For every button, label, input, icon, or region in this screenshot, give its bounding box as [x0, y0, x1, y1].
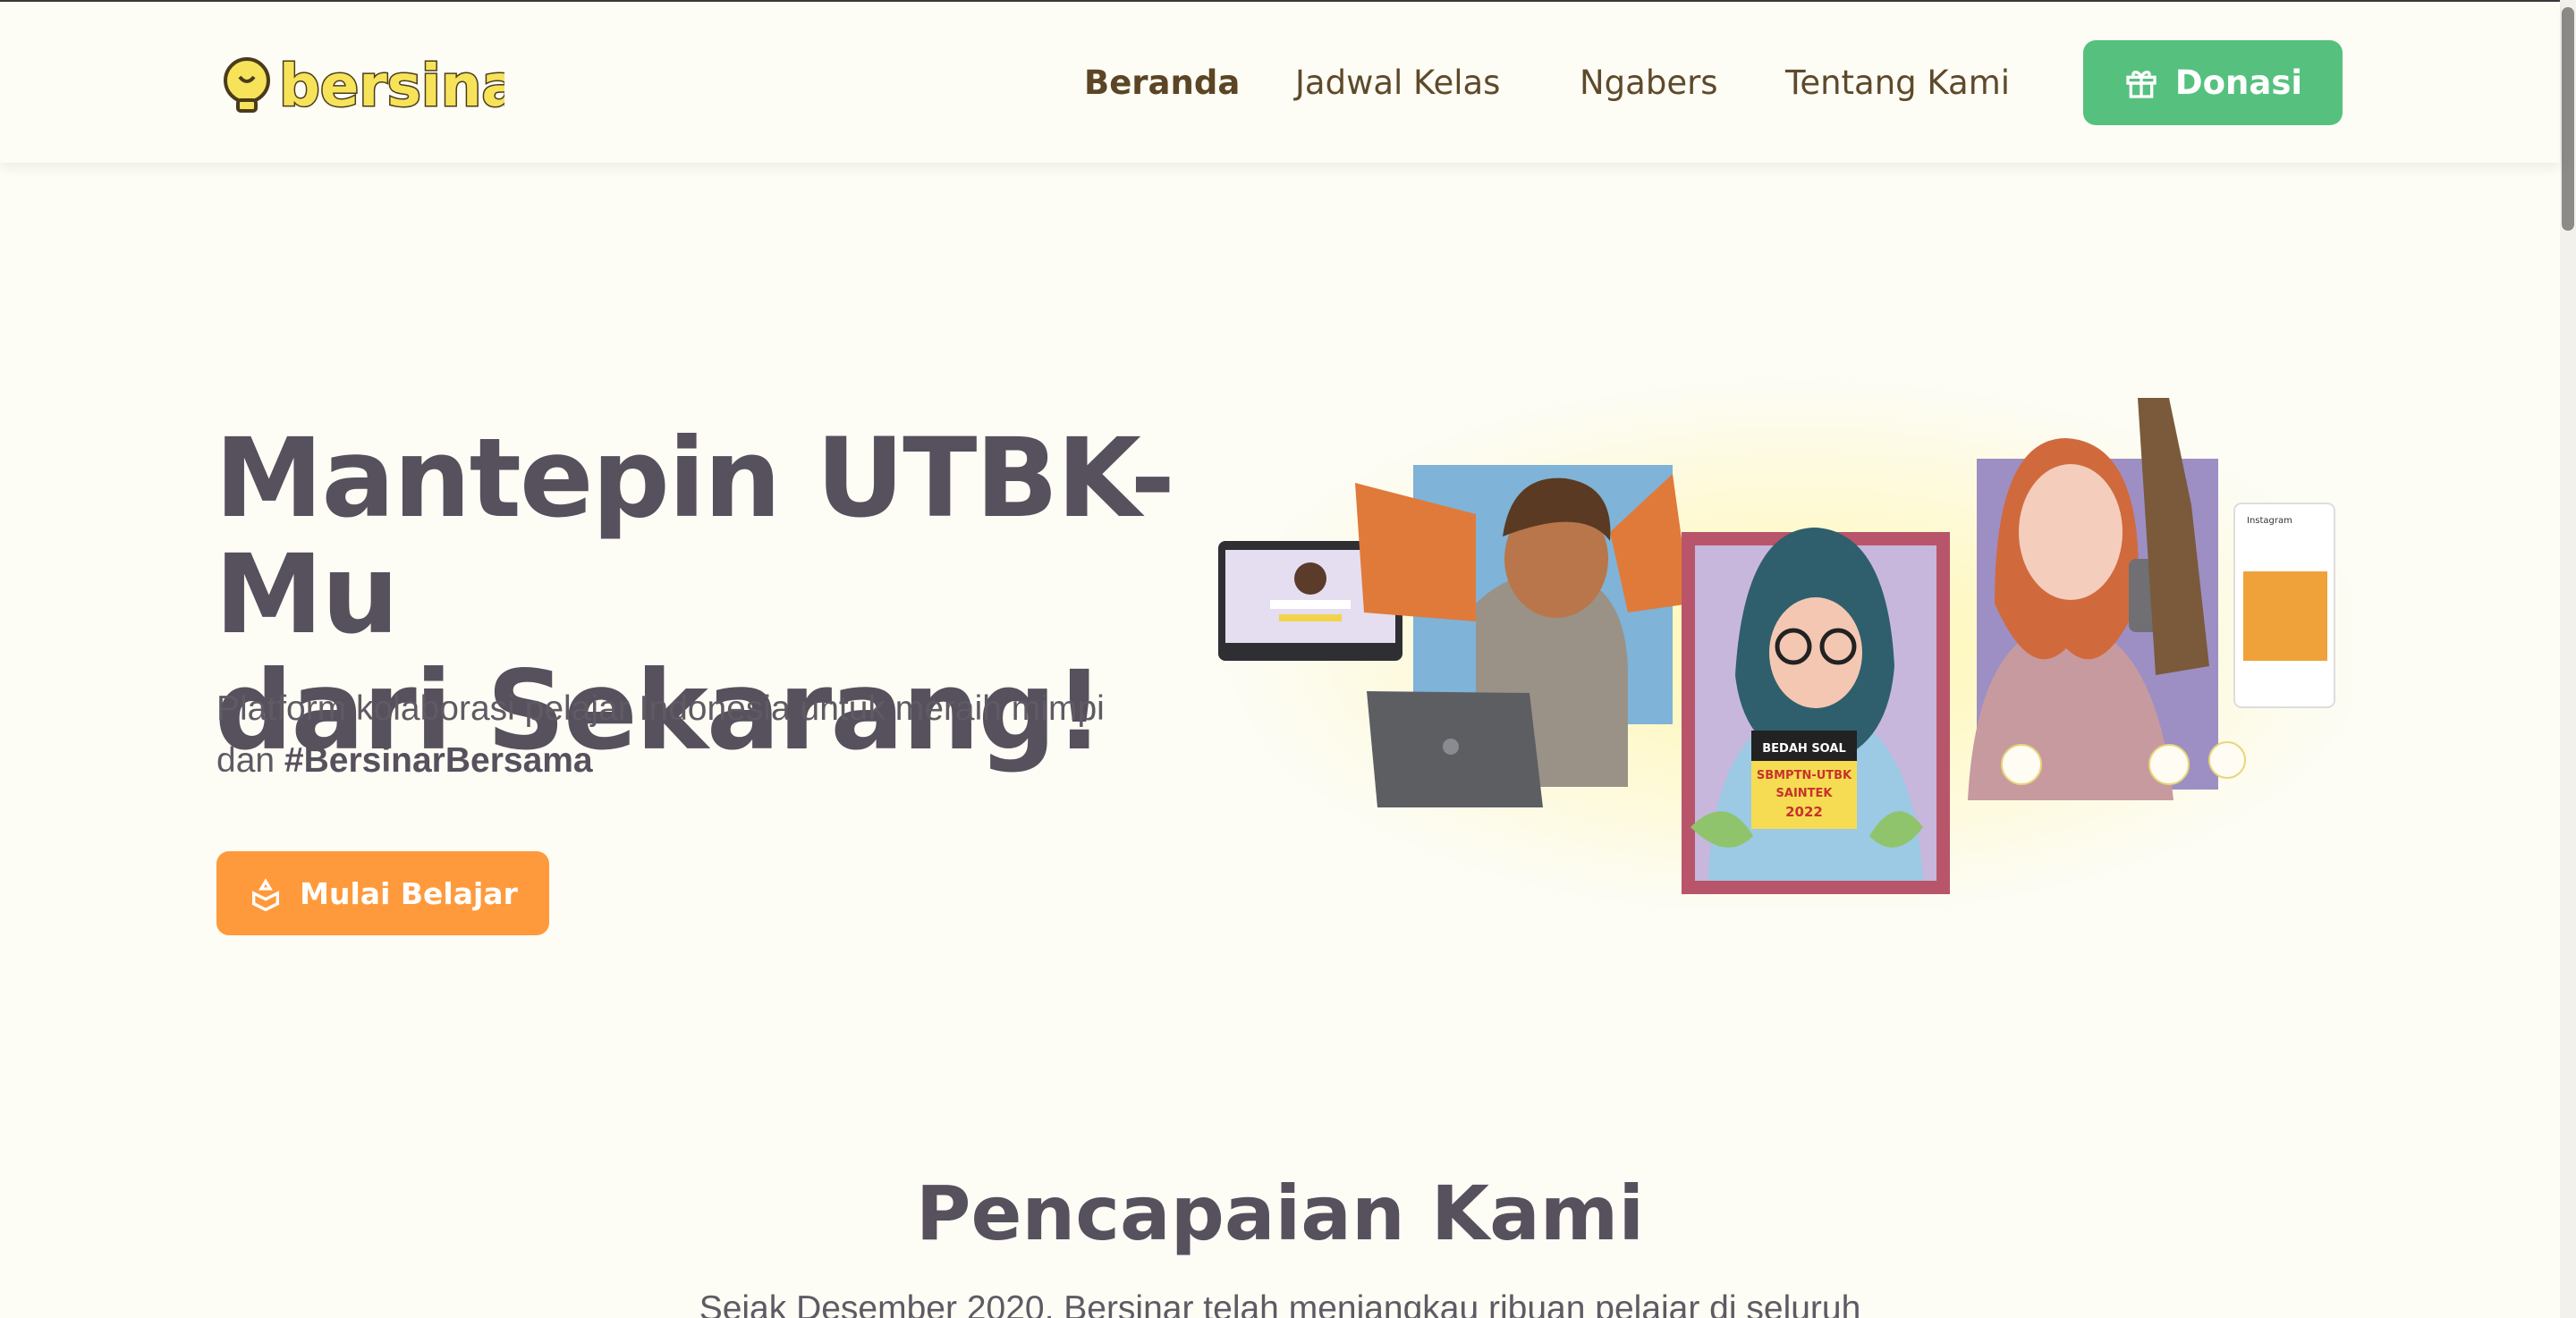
navbar: bersinar Beranda Jadwal Kelas Ngabers Te… [0, 2, 2560, 163]
book-tag: SAINTEK [1776, 787, 1834, 800]
hero-illustration: BEDAH SOAL SBMPTN-UTBK SAINTEK 2022 Inst… [1218, 380, 2352, 908]
hero-subtitle: Platform kolaborasi pelajar Indonesia un… [216, 683, 1129, 787]
brand-logo[interactable]: bersinar [220, 48, 550, 122]
book-title: BEDAH SOAL [1762, 742, 1845, 756]
start-learning-button[interactable]: Mulai Belajar [216, 851, 549, 935]
student-hijab-illustration: BEDAH SOAL SBMPTN-UTBK SAINTEK 2022 [1682, 528, 1950, 894]
achievements-title: Pencapaian Kami [915, 1170, 1645, 1257]
lightbulb-icon: bersinar [224, 53, 550, 122]
scrollbar-track[interactable] [2560, 0, 2576, 1318]
book-subtitle: SBMPTN-UTBK [1757, 769, 1852, 782]
book-year: 2022 [1785, 804, 1823, 820]
hero-title-line1: Mantepin UTBK-Mu [215, 415, 1175, 658]
brand-wordmark: bersinar [279, 54, 504, 120]
scrollbar-thumb[interactable] [2562, 7, 2574, 231]
donate-label: Donasi [2174, 63, 2303, 102]
hero-hashtag: #BersinarBersama [284, 741, 593, 780]
achievements-description: Sejak Desember 2020, Bersinar telah menj… [699, 1289, 1861, 1318]
book-hand-icon [252, 878, 280, 911]
nav-beranda[interactable]: Beranda [1084, 59, 1240, 107]
phone-app-mockup: Instagram [2233, 503, 2335, 708]
gift-icon [2126, 70, 2157, 98]
nav-jadwal-kelas[interactable]: Jadwal Kelas [1295, 59, 1500, 107]
start-learning-label: Mulai Belajar [300, 875, 518, 911]
study-book: BEDAH SOAL SBMPTN-UTBK SAINTEK 2022 [1751, 731, 1857, 829]
nav-ngabers[interactable]: Ngabers [1580, 59, 1718, 107]
app-label: Instagram [2247, 516, 2292, 526]
nav-tentang-kami[interactable]: Tentang Kami [1785, 59, 2010, 107]
donate-button[interactable]: Donasi [2083, 40, 2343, 125]
